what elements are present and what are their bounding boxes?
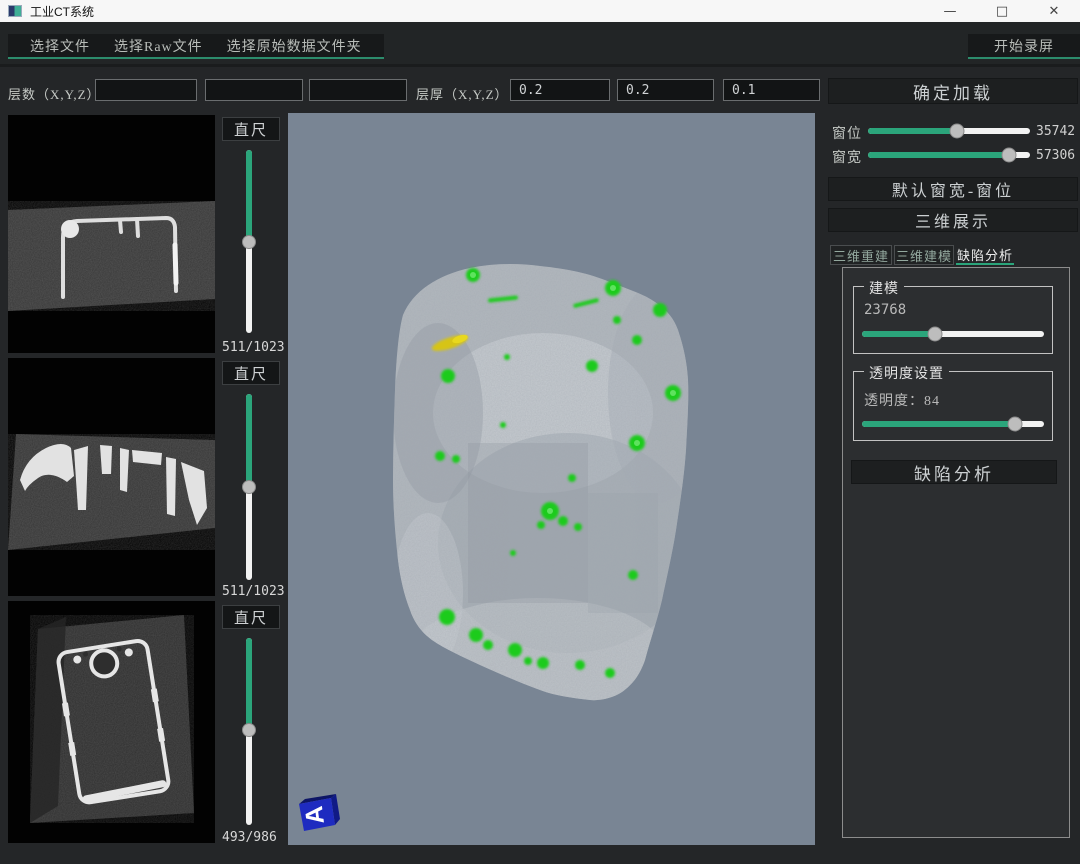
- modeling-slider-handle[interactable]: [927, 327, 942, 342]
- defect-analysis-button[interactable]: 缺陷分析: [851, 460, 1057, 484]
- slice-slider-handle-3[interactable]: [242, 723, 256, 737]
- ruler-label-1: 直尺: [222, 117, 280, 141]
- transparency-slider-fill: [862, 421, 1015, 427]
- thickness-label: 层厚（X,Y,Z）: [416, 84, 509, 103]
- minimize-button[interactable]: —: [924, 0, 976, 22]
- layers-x-input[interactable]: [95, 79, 197, 101]
- select-raw-data-folder-button[interactable]: 选择原始数据文件夹: [215, 36, 374, 56]
- ct-slice-image-1: [8, 115, 215, 353]
- app-icon: [8, 5, 22, 17]
- layers-y-input[interactable]: [205, 79, 303, 101]
- slice-value-3: 493/986: [222, 830, 292, 845]
- window-width-value: 57306: [1036, 148, 1075, 163]
- slice-value-2: 511/1023: [222, 584, 292, 599]
- slice-value-1: 511/1023: [222, 340, 292, 355]
- ruler-text-3: 直尺: [234, 607, 268, 628]
- slice-slider-fill-2: [246, 394, 252, 487]
- window-level-value: 35742: [1036, 124, 1075, 139]
- start-record-label: 开始录屏: [982, 36, 1066, 56]
- window-level-handle[interactable]: [950, 124, 965, 139]
- ct-slice-image-3: [8, 601, 215, 843]
- transparency-value-label: 透明度：84: [864, 390, 940, 410]
- ct-slice-image-2: [8, 358, 215, 596]
- transparency-slider[interactable]: [862, 421, 1044, 427]
- slice-slider-fill-1: [246, 150, 252, 242]
- slice-slider-3[interactable]: [246, 638, 252, 825]
- modeling-slider-fill: [862, 331, 935, 337]
- toolbar-separator: [0, 64, 1080, 67]
- logo-letter: A: [300, 804, 330, 825]
- slice-slider-handle-2[interactable]: [242, 480, 256, 494]
- modeling-group: 建模 23768: [853, 286, 1053, 354]
- modeling-value: 23768: [864, 302, 906, 318]
- window-level-label: 窗位: [832, 123, 862, 143]
- window-width-handle[interactable]: [1001, 148, 1016, 163]
- title-bar: 工业CT系统 — □ ✕: [0, 0, 1080, 22]
- 3d-viewport[interactable]: A: [288, 113, 815, 845]
- slice-slider-fill-3: [246, 638, 252, 730]
- close-button[interactable]: ✕: [1028, 0, 1080, 22]
- defect-analysis-pane: 建模 23768 透明度设置 透明度：84 缺陷分析: [842, 267, 1070, 838]
- window-width-fill: [868, 152, 1009, 158]
- thickness-x-input[interactable]: [510, 79, 610, 101]
- modeling-slider[interactable]: [862, 331, 1044, 337]
- tab-defect-analysis[interactable]: 缺陷分析: [956, 245, 1014, 265]
- ruler-label-3: 直尺: [222, 605, 280, 629]
- ct-slice-view-2[interactable]: [8, 358, 215, 596]
- select-file-button[interactable]: 选择文件: [18, 36, 102, 56]
- ct-slice-view-3[interactable]: [8, 601, 215, 843]
- 3d-display-button[interactable]: 三维展示: [828, 208, 1078, 232]
- toolbar: 选择文件 选择Raw文件 选择原始数据文件夹 开始录屏: [0, 22, 1080, 64]
- slice-slider-2[interactable]: [246, 394, 252, 580]
- default-window-button[interactable]: 默认窗宽-窗位: [828, 177, 1078, 201]
- window-level-fill: [868, 128, 957, 134]
- tab-3d-reconstruction[interactable]: 三维重建: [830, 245, 892, 265]
- window-width-label: 窗宽: [832, 147, 862, 167]
- 3d-model-render: [288, 113, 815, 845]
- select-raw-file-button[interactable]: 选择Raw文件: [102, 36, 215, 56]
- thickness-z-input[interactable]: [723, 79, 820, 101]
- transparency-group: 透明度设置 透明度：84: [853, 371, 1053, 441]
- layers-label: 层数（X,Y,Z）: [8, 84, 101, 103]
- window-level-slider[interactable]: [868, 128, 1030, 134]
- tab-3d-modeling[interactable]: 三维建模: [894, 245, 954, 265]
- modeling-group-title: 建模: [864, 278, 904, 298]
- ruler-label-2: 直尺: [222, 361, 280, 385]
- transparency-group-title: 透明度设置: [864, 363, 949, 383]
- maximize-button[interactable]: □: [976, 0, 1028, 22]
- layers-z-input[interactable]: [309, 79, 407, 101]
- window-title: 工业CT系统: [30, 3, 94, 20]
- thickness-y-input[interactable]: [617, 79, 714, 101]
- window-width-slider[interactable]: [868, 152, 1030, 158]
- ct-slice-view-1[interactable]: [8, 115, 215, 353]
- slice-slider-1[interactable]: [246, 150, 252, 333]
- file-menu-strip: 选择文件 选择Raw文件 选择原始数据文件夹: [8, 34, 384, 59]
- app-window: 工业CT系统 — □ ✕ 选择文件 选择Raw文件 选择原始数据文件夹 开始录屏…: [0, 0, 1080, 864]
- transparency-slider-handle[interactable]: [1007, 417, 1022, 432]
- confirm-load-button[interactable]: 确定加载: [828, 78, 1078, 104]
- slice-slider-handle-1[interactable]: [242, 235, 256, 249]
- ruler-text-2: 直尺: [234, 363, 268, 384]
- start-record-button[interactable]: 开始录屏: [968, 34, 1080, 59]
- ruler-text-1: 直尺: [234, 119, 268, 140]
- orientation-cube-logo[interactable]: A: [295, 791, 343, 833]
